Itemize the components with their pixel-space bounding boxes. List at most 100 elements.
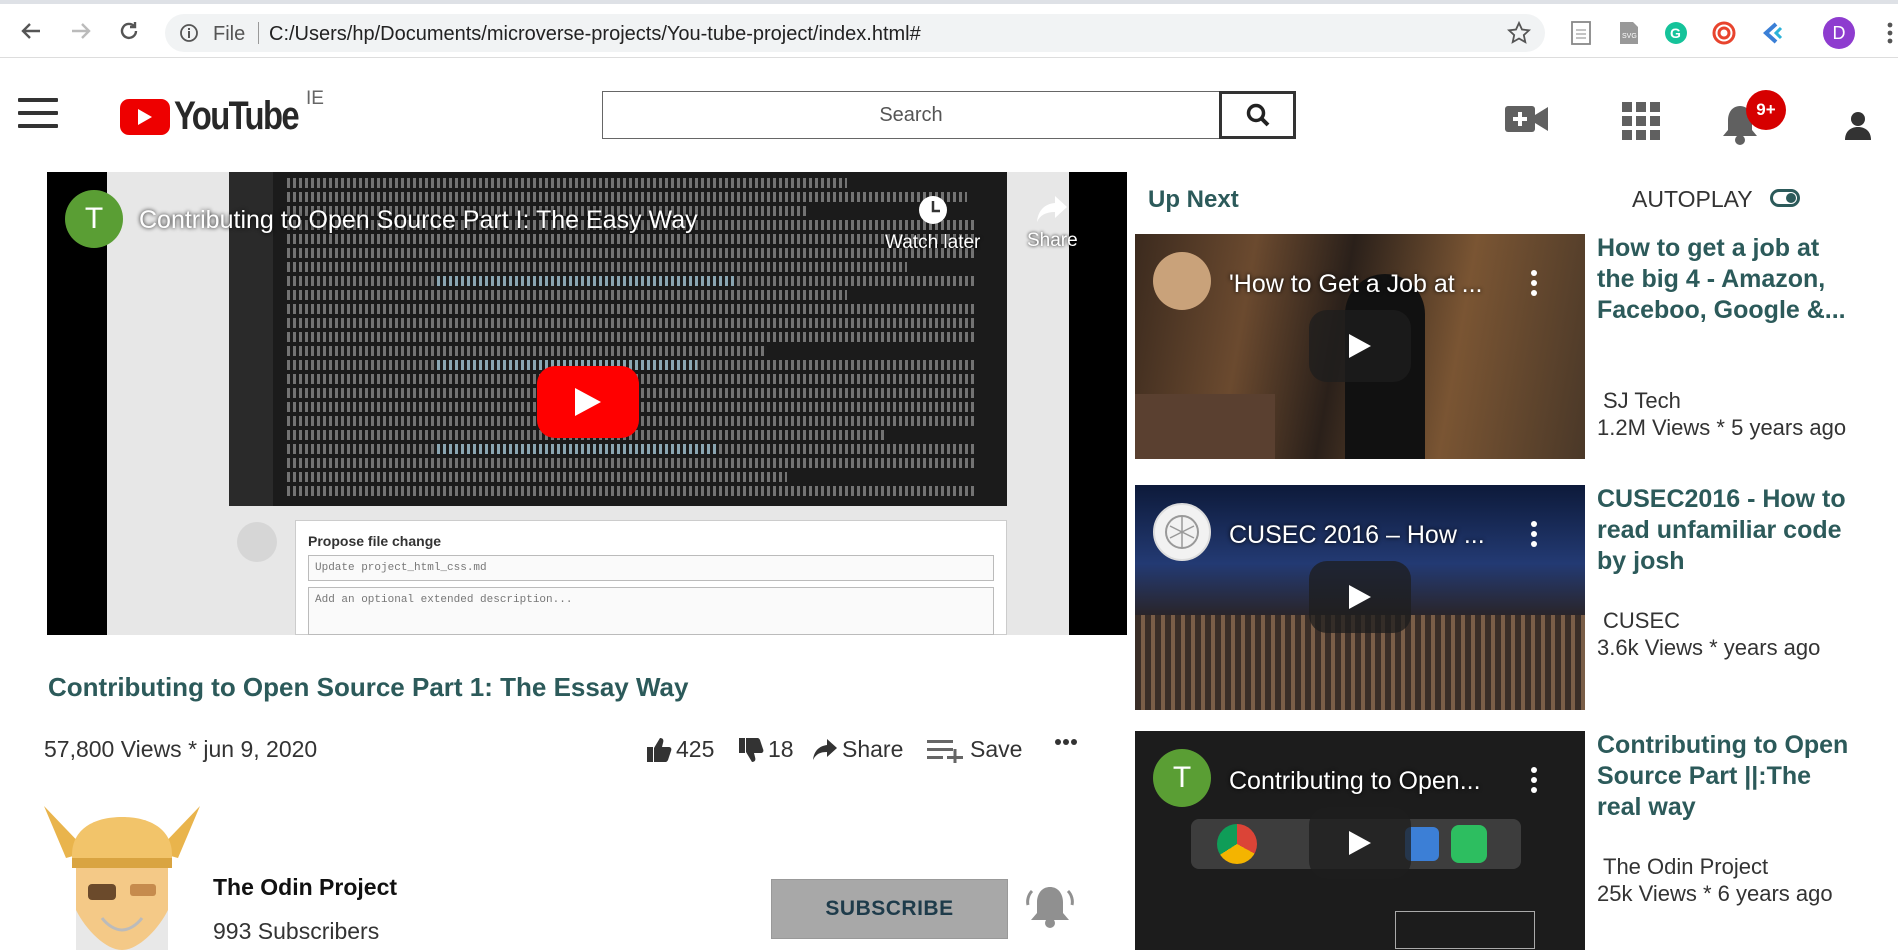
share-overlay-label: Share (1027, 230, 1078, 251)
lectern (1135, 394, 1275, 459)
video-camera-add-icon[interactable] (1505, 104, 1549, 139)
recommended-thumbnail-2[interactable]: CUSEC 2016 – How ... (1135, 485, 1585, 710)
autoplay-toggle[interactable] (1770, 189, 1800, 207)
play-button-icon[interactable] (1309, 561, 1411, 633)
play-button-icon[interactable] (1309, 310, 1411, 382)
watch-later-button[interactable]: Watch later (885, 194, 980, 254)
recommended-title-3[interactable]: Contributing to Open Source Part ||:The … (1597, 730, 1857, 823)
odin-project-logo[interactable] (42, 800, 202, 950)
commit-description-field: Add an optional extended description... (308, 587, 994, 635)
chrome-icon (1217, 824, 1257, 864)
save-button[interactable]: Save (926, 736, 1022, 763)
more-vert-icon[interactable] (1531, 767, 1537, 797)
address-bar[interactable]: File C:/Users/hp/Documents/microverse-pr… (165, 14, 1545, 52)
clock-icon (918, 196, 947, 224)
bookmark-star-icon[interactable] (1506, 20, 1532, 50)
svg-text:G: G (1670, 25, 1681, 41)
autoplay-label: AUTOPLAY (1632, 186, 1753, 212)
browser-menu-icon[interactable] (1876, 19, 1898, 47)
search-icon (1246, 103, 1269, 127)
code-line (287, 178, 847, 188)
code-line (287, 192, 967, 202)
channel-avatar: T (1153, 749, 1211, 807)
notification-badge: 9+ (1746, 90, 1786, 130)
subscribe-button[interactable]: SUBSCRIBE (771, 879, 1008, 939)
code-line (287, 472, 787, 482)
diagram-box (1395, 911, 1535, 949)
youtube-logo[interactable]: YouTube IE (120, 88, 325, 139)
reload-icon[interactable] (114, 16, 144, 46)
channel-bell-icon[interactable] (1026, 883, 1074, 934)
thumbnail-title: Contributing to Open... (1229, 767, 1481, 795)
dislike-button[interactable]: 18 (738, 736, 794, 763)
code-line (287, 486, 977, 496)
code-line (287, 458, 977, 468)
recommended-channel-2[interactable]: CUSEC (1603, 608, 1680, 634)
chevron-extension-icon[interactable] (1758, 19, 1786, 47)
recommended-title-2[interactable]: CUSEC2016 - How to read unfamiliar code … (1597, 484, 1857, 577)
thumbs-down-icon (739, 737, 764, 762)
code-line (287, 346, 767, 356)
save-label: Save (970, 736, 1023, 762)
recommended-channel-1[interactable]: SJ Tech (1603, 388, 1681, 414)
profile-avatar[interactable]: D (1823, 17, 1855, 49)
like-button[interactable]: 425 (646, 736, 714, 763)
code-line (287, 332, 977, 342)
code-line (287, 318, 977, 328)
search-input[interactable]: Search (602, 91, 1220, 139)
thumbs-up-icon (647, 737, 672, 762)
back-arrow-icon[interactable] (16, 16, 46, 46)
more-vert-icon[interactable] (1531, 270, 1537, 300)
play-button-icon[interactable] (1309, 807, 1411, 879)
divider (258, 22, 259, 44)
cusec-logo-icon (1153, 503, 1211, 561)
dislike-count: 18 (768, 736, 794, 762)
subscriber-count: 993 Subscribers (213, 918, 380, 944)
more-options-icon[interactable] (1054, 738, 1078, 746)
share-label: Share (842, 736, 904, 762)
document-extension-icon[interactable] (1567, 19, 1595, 47)
video-player[interactable]: Propose file change Update project_html_… (47, 172, 1127, 635)
file-label: File (213, 23, 246, 45)
share-overlay-button[interactable]: Share (1027, 194, 1078, 252)
channel-avatar (1153, 252, 1211, 310)
hamburger-menu-icon[interactable] (18, 98, 58, 128)
share-arrow-icon (1037, 196, 1068, 222)
recommended-channel-3[interactable]: The Odin Project (1603, 854, 1768, 880)
code-line (287, 234, 977, 244)
play-button-icon[interactable] (537, 366, 639, 438)
svg-extension-icon[interactable]: SVG (1615, 19, 1643, 47)
code-line (287, 248, 977, 258)
like-count: 425 (676, 736, 715, 762)
code-line (287, 290, 847, 300)
url-text[interactable]: C:/Users/hp/Documents/microverse-project… (269, 23, 921, 46)
odin-avatar-small (237, 522, 277, 562)
logo-suffix: IE (306, 88, 324, 109)
search-button[interactable] (1219, 91, 1296, 139)
channel-avatar[interactable]: T (65, 190, 123, 248)
account-icon[interactable] (1843, 110, 1873, 145)
spiral-extension-icon[interactable] (1710, 19, 1738, 47)
video-title: Contributing to Open Source Part 1: The … (48, 672, 689, 702)
search-placeholder: Search (879, 103, 943, 126)
recommended-meta-1: 1.2M Views * 5 years ago (1597, 415, 1847, 440)
thumbnail-title: CUSEC 2016 – How ... (1229, 521, 1485, 549)
recommended-title-1[interactable]: How to get a job at the big 4 - Amazon, … (1597, 233, 1857, 326)
svg-text:SVG: SVG (1622, 33, 1637, 40)
apps-grid-icon[interactable] (1622, 102, 1660, 145)
info-icon[interactable] (179, 23, 199, 48)
code-link (437, 444, 717, 454)
logo-text: YouTube (174, 94, 300, 138)
up-next-heading: Up Next (1148, 186, 1239, 213)
recommended-thumbnail-3[interactable]: T Contributing to Open... (1135, 731, 1585, 950)
code-line (287, 304, 977, 314)
grammarly-icon[interactable]: G (1662, 19, 1690, 47)
share-icon (813, 738, 837, 760)
share-button[interactable]: Share (812, 736, 903, 763)
forward-arrow-icon[interactable] (66, 16, 96, 46)
channel-name[interactable]: The Odin Project (213, 874, 397, 901)
recommended-thumbnail-1[interactable]: 'How to Get a Job at ... (1135, 234, 1585, 459)
player-overlay-title[interactable]: Contributing to Open Source Part I: The … (139, 206, 698, 235)
recommended-meta-3: 25k Views * 6 years ago (1597, 881, 1833, 906)
more-vert-icon[interactable] (1531, 521, 1537, 551)
